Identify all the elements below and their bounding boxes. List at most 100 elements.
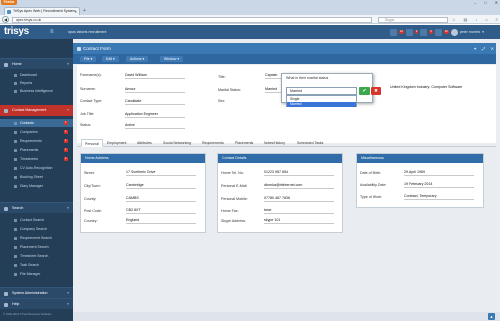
home-tel-field[interactable]: 01223 987 654 — [264, 170, 334, 176]
tab-placements[interactable]: Placements — [232, 139, 256, 147]
sidebar-item-contact-search[interactable]: Contact Search — [0, 216, 73, 224]
booking-icon — [14, 175, 17, 179]
menu-window[interactable]: Window ▾ — [160, 56, 184, 62]
calendar-icon[interactable] — [420, 28, 428, 36]
sidebar-section-label: Home — [12, 62, 22, 66]
pin-icon[interactable]: ⌖ — [474, 46, 476, 51]
url-bar[interactable]: apex.trisys.co.uk — [12, 17, 372, 23]
help-icon — [4, 302, 8, 307]
sidebar-item-file-manager[interactable]: File Manager — [0, 270, 73, 278]
surname-field[interactable]: Amour — [125, 87, 185, 93]
placement-icon — [14, 148, 17, 152]
sidebar-item-business-intelligence[interactable]: Business Intelligence — [0, 87, 73, 95]
sidebar-section-contact-management[interactable]: Contact Management ▾ — [0, 105, 73, 116]
browser-tab[interactable]: TriSys Apex Web | Recruitment System fo.… — [4, 7, 80, 20]
dropdown-option-married[interactable]: Married — [287, 102, 356, 107]
count-badge: 1 — [63, 148, 68, 152]
chevron-down-icon: ▾ — [67, 206, 69, 210]
menu-icon[interactable]: ≡ — [496, 17, 498, 23]
back-arrow-icon[interactable]: ◀ — [2, 16, 9, 23]
browser-search-input[interactable]: Skype — [378, 17, 448, 23]
sidebar-item-reports[interactable]: Reports — [0, 79, 73, 87]
alert-icon[interactable] — [434, 28, 442, 36]
tab-notes-history[interactable]: Notes/History — [261, 139, 288, 147]
mail-icon[interactable] — [390, 28, 397, 36]
sidebar-item-task-search[interactable]: Task Search — [0, 261, 73, 269]
new-tab-icon[interactable]: + — [83, 8, 90, 14]
count-badge: 1 — [63, 157, 68, 161]
sidebar-item-dashboard[interactable]: Dashboard — [0, 71, 73, 79]
bookmark-icon[interactable]: ▤ — [464, 17, 468, 23]
sidebar-item-booking-sheet[interactable]: Booking Sheet — [0, 173, 73, 181]
mobile-field[interactable]: 07780 467 7836 — [264, 196, 334, 202]
expand-icon[interactable]: ⤢ — [482, 46, 485, 51]
sidebar-item-diary-manager[interactable]: Diary Manager — [0, 182, 73, 190]
sidebar-item-company-search[interactable]: Company Search — [0, 225, 73, 233]
search-icon — [14, 218, 17, 222]
company-icon — [14, 130, 17, 134]
city-field[interactable]: Cambridge — [126, 183, 196, 189]
star-icon[interactable]: ☆ — [452, 17, 456, 23]
title-field[interactable]: Captain — [265, 73, 281, 79]
status-field[interactable]: Active — [125, 123, 185, 129]
company-name: opus laboris recruitment — [68, 30, 107, 34]
county-field[interactable]: CAMBS — [126, 196, 196, 202]
sidebar-item-requirement-search[interactable]: Requirement Search — [0, 234, 73, 242]
chevron-down-icon[interactable]: ▾ — [482, 30, 484, 34]
sidebar-item-timesheets[interactable]: Timesheets 1 — [0, 155, 73, 163]
tab-personal[interactable]: Personal — [81, 139, 103, 147]
hamburger-icon[interactable]: ≡ — [50, 29, 58, 35]
copyright-text: © 1992-2014 TriSys Business Software — [3, 312, 52, 316]
sidebar-section-home[interactable]: Home ▾ — [0, 58, 73, 69]
email-field[interactable]: dturnka@btinternet.com — [264, 183, 334, 189]
tab-employment[interactable]: Employment — [104, 139, 129, 147]
menu-file[interactable]: File ▾ — [80, 56, 97, 62]
marital-status-field[interactable]: Married — [265, 87, 281, 93]
task-icon[interactable] — [405, 28, 413, 36]
sidebar-section-system-administration[interactable]: System Administration ▾ — [0, 287, 73, 298]
user-name[interactable]: peter mceles — [460, 30, 481, 34]
sidebar-item-placement-search[interactable]: Placement Search — [0, 243, 73, 251]
country-field[interactable]: England — [126, 218, 196, 224]
confirm-button[interactable]: ✔ — [359, 87, 370, 95]
sidebar-item-placements[interactable]: Placements 1 — [0, 146, 73, 154]
sidebar-item-requirements[interactable]: Requirements 1 — [0, 137, 73, 145]
tab-attributes[interactable]: Attributes — [134, 139, 155, 147]
close-icon[interactable]: ✕ — [491, 46, 494, 51]
dob-field[interactable]: 29 April 1969 — [404, 170, 474, 176]
sidebar-section-help[interactable]: Help ▾ — [0, 298, 73, 309]
marital-status-select[interactable]: Married — [286, 87, 357, 95]
postcode-field[interactable]: CB2 8XT — [126, 208, 196, 214]
fax-field[interactable]: twce — [264, 208, 334, 214]
home-icon[interactable]: ⌂ — [485, 17, 487, 23]
menu-edit[interactable]: Edit ▾ — [102, 56, 119, 62]
gear-icon — [4, 291, 8, 296]
browser-tabbar: TriSys Apex Web | Recruitment System fo.… — [0, 6, 500, 20]
tab-social-networking[interactable]: Social Networking — [160, 139, 194, 147]
contact-type-field[interactable]: Candidate — [125, 99, 185, 105]
forenames-field[interactable]: David William — [125, 73, 185, 79]
job-title-field[interactable]: Application Engineer — [125, 112, 185, 118]
sidebar-item-contacts[interactable]: Contacts 1 — [0, 119, 73, 127]
sex-label: Sex: — [218, 99, 226, 103]
tab-requirements[interactable]: Requirements — [199, 139, 227, 147]
type-of-work-field[interactable]: Contract, Temporary — [404, 194, 474, 200]
availability-field[interactable]: 19 February 2014 — [404, 182, 474, 188]
cancel-button[interactable]: ✖ — [371, 87, 381, 95]
menu-actions[interactable]: Actions ▾ — [126, 56, 149, 62]
avatar[interactable] — [450, 28, 458, 36]
scroll-top-icon[interactable]: ▲ — [488, 313, 495, 320]
tab-scheduled-tasks[interactable]: Scheduled Tasks — [294, 139, 326, 147]
street-field[interactable]: 17 Svetheric Drive — [126, 170, 196, 176]
job-title-label: Job Title: — [80, 112, 95, 116]
close-tab-icon[interactable]: × — [75, 8, 77, 15]
sidebar-section-search[interactable]: Search ▾ — [0, 202, 73, 213]
sidebar-item-cv-auto-recognition[interactable]: CV Auto-Recognition — [0, 164, 73, 172]
firefox-menu-button[interactable]: Firefox — [1, 0, 17, 5]
diary-icon — [14, 184, 17, 188]
download-icon[interactable]: ↓ — [475, 17, 477, 23]
browser-toolbar-icons: ☆ ▤ ↓ ⌂ ≡ — [452, 17, 498, 23]
sidebar-item-companies[interactable]: Companies 1 — [0, 128, 73, 136]
skype-field[interactable]: skype 101 — [264, 218, 334, 224]
sidebar-item-timesheet-search[interactable]: Timesheet Search — [0, 252, 73, 260]
